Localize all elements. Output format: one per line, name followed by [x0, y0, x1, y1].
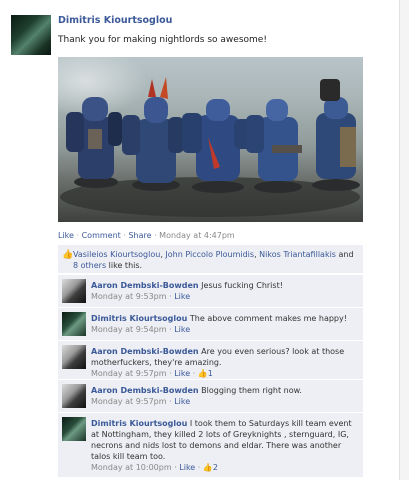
comment-like-link[interactable]: Like — [174, 292, 190, 301]
comment-like-link[interactable]: Like — [174, 369, 190, 378]
separator-dot: · — [169, 325, 172, 334]
comment-like-count[interactable]: 1 — [208, 369, 213, 378]
comment-body: Dimitris Kiourtsoglou The above comment … — [91, 313, 359, 335]
separator-dot: · — [174, 463, 177, 472]
like-link[interactable]: Like — [58, 231, 74, 240]
likes-and-word: and — [338, 250, 354, 259]
comment-timestamp[interactable]: Monday at 9:57pm — [91, 369, 167, 378]
separator-dot: · — [197, 463, 201, 472]
comment-meta: Monday at 9:57pm · Like — [91, 397, 190, 406]
post-timestamp[interactable]: Monday at 4:47pm — [159, 231, 235, 240]
comment-body: Aaron Dembski-Bowden Blogging them right… — [91, 385, 359, 407]
separator-dot: · — [123, 231, 126, 240]
commenter-avatar[interactable] — [62, 384, 86, 408]
comment-meta: Monday at 9:53pm · Like — [91, 292, 190, 301]
separator-dot: · — [154, 231, 157, 240]
separator-dot: · — [169, 397, 172, 406]
liker-link[interactable]: Vasileios Kiourtsoglou — [73, 250, 160, 259]
separator-dot: · — [192, 369, 196, 378]
comment-timestamp[interactable]: Monday at 9:54pm — [91, 325, 167, 334]
commenter-avatar[interactable] — [62, 279, 86, 303]
comment-text: Jesus fucking Christ! — [201, 281, 283, 290]
comment-item: Dimitris Kiourtsoglou The above comment … — [58, 307, 363, 340]
comment-item: Aaron Dembski-Bowden Are you even seriou… — [58, 340, 363, 379]
comment-item: Dimitris Kiourtsoglou I took them to Sat… — [58, 412, 363, 477]
separator-dot: · — [169, 369, 172, 378]
commenter-name[interactable]: Aaron Dembski-Bowden — [91, 347, 199, 356]
comment-item: Aaron Dembski-Bowden Blogging them right… — [58, 379, 363, 412]
liker-link[interactable]: John Piccolo Ploumidis — [165, 250, 254, 259]
comment-like-count[interactable]: 2 — [213, 463, 218, 472]
commenter-avatar[interactable] — [62, 312, 86, 336]
window-edge — [399, 0, 409, 480]
thumbs-up-icon: 👍 — [62, 250, 74, 260]
comment-timestamp[interactable]: Monday at 9:53pm — [91, 292, 167, 301]
comment-body: Aaron Dembski-Bowden Are you even seriou… — [91, 346, 359, 379]
post-actions-row: Like · Comment · Share · Monday at 4:47p… — [58, 231, 235, 240]
commenter-name[interactable]: Dimitris Kiourtsoglou — [91, 419, 187, 428]
comment-meta: Monday at 9:57pm · Like · 👍1 — [91, 369, 213, 378]
likes-summary: 👍 Vasileios Kiourtsoglou, John Piccolo P… — [58, 245, 363, 273]
comment-meta: Monday at 9:54pm · Like — [91, 325, 190, 334]
others-link[interactable]: 8 others — [73, 261, 106, 270]
post-photo[interactable] — [58, 57, 363, 222]
comment-text: Blogging them right now. — [201, 386, 302, 395]
comment-timestamp[interactable]: Monday at 9:57pm — [91, 397, 167, 406]
comment-item: Aaron Dembski-Bowden Jesus fucking Chris… — [58, 274, 363, 307]
likes-suffix: like this. — [108, 261, 143, 270]
comment-like-link[interactable]: Like — [174, 397, 190, 406]
comment-link[interactable]: Comment — [82, 231, 121, 240]
comment-like-link[interactable]: Like — [179, 463, 195, 472]
commenter-name[interactable]: Dimitris Kiourtsoglou — [91, 314, 187, 323]
comment-body: Dimitris Kiourtsoglou I took them to Sat… — [91, 418, 359, 473]
commenter-avatar[interactable] — [62, 417, 86, 441]
commenter-name[interactable]: Aaron Dembski-Bowden — [91, 386, 199, 395]
comment-body: Aaron Dembski-Bowden Jesus fucking Chris… — [91, 280, 359, 302]
liker-link[interactable]: Nikos Triantafillakis — [259, 250, 336, 259]
commenter-avatar[interactable] — [62, 345, 86, 369]
separator-dot: · — [76, 231, 80, 240]
post-text: Thank you for making nightlords so aweso… — [58, 35, 267, 45]
share-link[interactable]: Share — [128, 231, 151, 240]
comment-meta: Monday at 10:00pm · Like · 👍2 — [91, 463, 218, 472]
separator-dot: · — [169, 292, 172, 301]
miniatures-photo-content — [60, 77, 360, 217]
post-author-name[interactable]: Dimitris Kiourtsoglou — [58, 15, 172, 26]
comment-timestamp[interactable]: Monday at 10:00pm — [91, 463, 172, 472]
thumbs-up-icon[interactable]: 👍 — [198, 369, 208, 378]
likes-text: Vasileios Kiourtsoglou, John Piccolo Plo… — [73, 249, 358, 271]
thumbs-up-icon[interactable]: 👍 — [203, 463, 213, 472]
comment-like-link[interactable]: Like — [174, 325, 190, 334]
post-author-avatar[interactable] — [11, 15, 51, 55]
commenter-name[interactable]: Aaron Dembski-Bowden — [91, 281, 199, 290]
comment-text: The above comment makes me happy! — [189, 314, 347, 323]
